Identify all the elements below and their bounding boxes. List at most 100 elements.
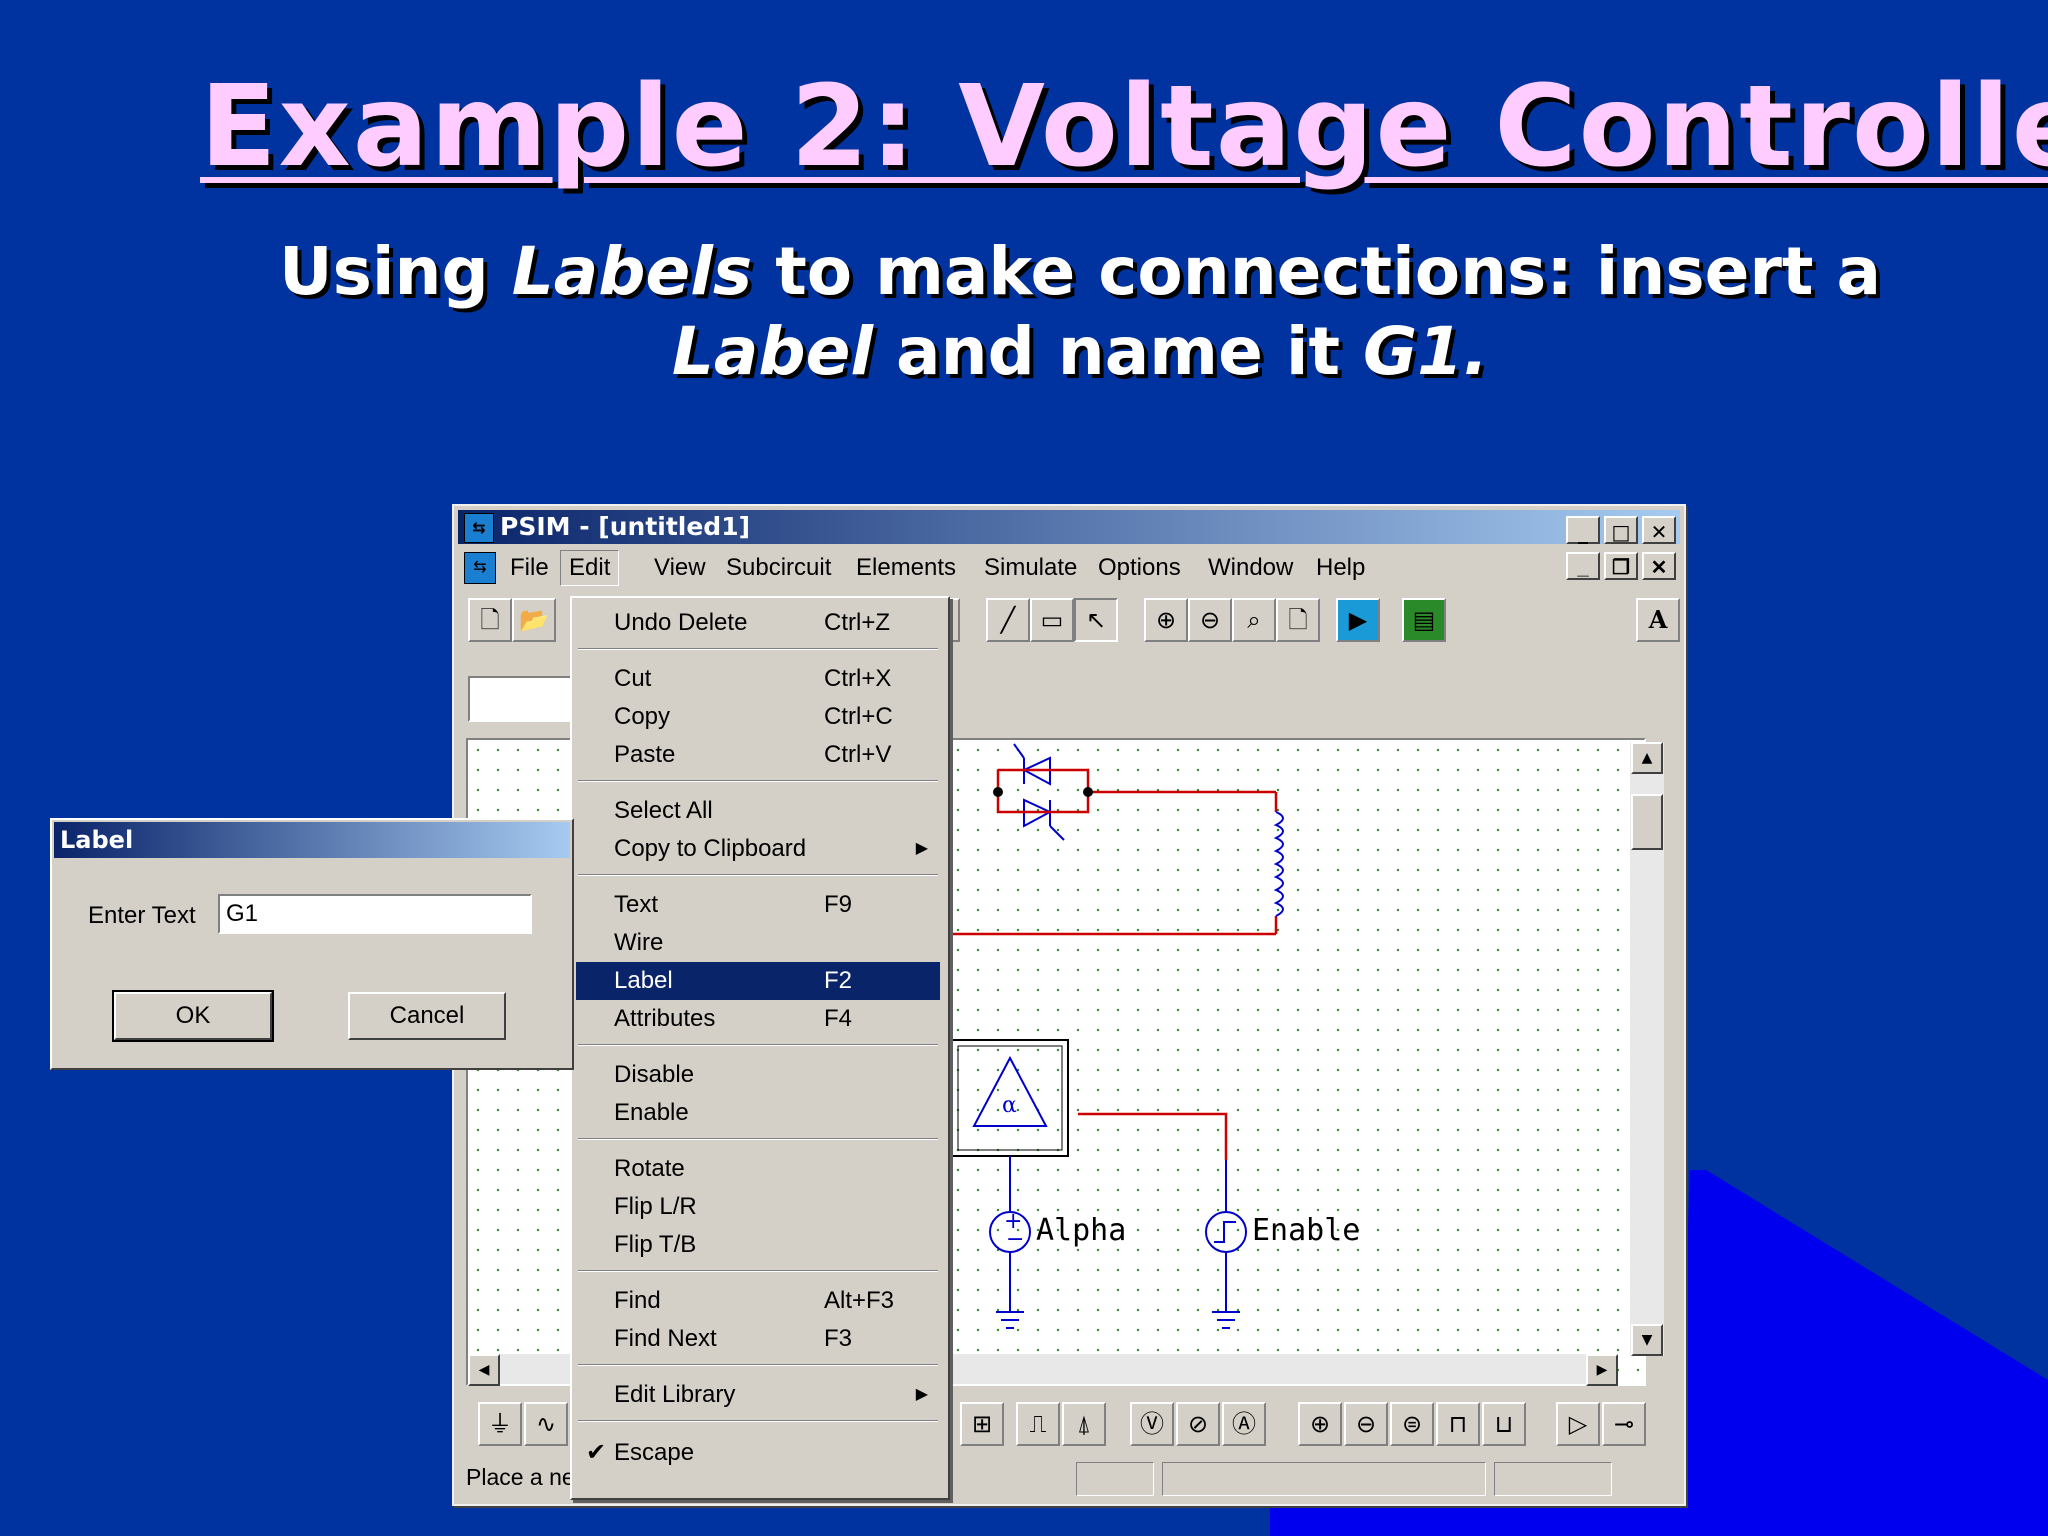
vertical-scrollbar[interactable]: ▲ ▼ <box>1630 742 1664 1356</box>
comparator-icon[interactable]: ▷ <box>1556 1402 1600 1446</box>
menu-item-label: Undo Delete <box>614 609 748 636</box>
square-source-icon[interactable]: ⊓ <box>1436 1402 1480 1446</box>
menu-item-disable[interactable]: Disable <box>576 1056 940 1094</box>
element-combo-box[interactable] <box>468 676 572 722</box>
menu-item-shortcut: F3 <box>824 1325 853 1352</box>
enter-text-label: Enter Text <box>88 902 196 929</box>
menu-item-shortcut: F2 <box>824 967 853 994</box>
ok-button[interactable]: OK <box>112 990 274 1042</box>
menu-item-text[interactable]: Text F9 <box>576 886 940 924</box>
document-icon[interactable]: ⇆ <box>464 552 496 584</box>
sine-source-icon[interactable]: ⊜ <box>1390 1402 1434 1446</box>
menu-item-paste[interactable]: Paste Ctrl+V <box>576 736 940 774</box>
menu-separator <box>578 1420 938 1422</box>
scroll-right-button[interactable]: ▶ <box>1586 1354 1618 1386</box>
menu-item-copy[interactable]: Copy Ctrl+C <box>576 698 940 736</box>
scroll-thumb[interactable] <box>1631 794 1663 850</box>
menu-edit[interactable]: Edit <box>560 550 620 586</box>
scroll-down-button[interactable]: ▼ <box>1631 1324 1663 1356</box>
menu-item-undo-delete[interactable]: Undo Delete Ctrl+Z <box>576 604 940 642</box>
dialog-title[interactable]: Label <box>54 822 570 858</box>
label-element-icon[interactable]: ⊸ <box>1602 1402 1646 1446</box>
menu-item-escape[interactable]: ✔ Escape <box>576 1434 940 1472</box>
menu-item-rotate[interactable]: Rotate <box>576 1150 940 1188</box>
mdi-minimize-button[interactable]: _ <box>1566 552 1600 580</box>
menu-elements[interactable]: Elements <box>856 554 956 582</box>
alpha-controller-block: α <box>951 1039 1069 1157</box>
cancel-button[interactable]: Cancel <box>348 992 506 1040</box>
menu-window[interactable]: Window <box>1208 554 1293 582</box>
menu-item-attributes[interactable]: Attributes F4 <box>576 1000 940 1038</box>
maximize-button[interactable]: □ <box>1604 516 1638 544</box>
menu-item-label: Rotate <box>614 1155 685 1182</box>
menu-item-find[interactable]: Find Alt+F3 <box>576 1282 940 1320</box>
ground-icon[interactable]: ⏚ <box>478 1402 522 1446</box>
menu-separator <box>578 1364 938 1366</box>
zoom-in-icon[interactable]: ⊕ <box>1144 598 1188 642</box>
slide-title: Example 2: Voltage Controller <box>200 62 2048 192</box>
caption-buttons: _ □ ✕ <box>1562 514 1676 548</box>
checkmark-icon: ✔ <box>586 1439 607 1466</box>
menu-item-enable[interactable]: Enable <box>576 1094 940 1132</box>
menu-item-label: Find <box>614 1287 661 1314</box>
subtitle-text: to make connections: insert a <box>752 233 1881 310</box>
zoom-fit-icon[interactable]: ⌕ <box>1232 598 1276 642</box>
menu-item-label: Label <box>614 967 673 994</box>
step-source-icon[interactable]: ⊔ <box>1482 1402 1526 1446</box>
minimize-button[interactable]: _ <box>1566 516 1600 544</box>
menu-item-select-all[interactable]: Select All <box>576 792 940 830</box>
open-folder-icon[interactable]: 📂 <box>512 598 556 642</box>
pwm-icon[interactable]: ⎍ <box>1016 1402 1060 1446</box>
mdi-restore-button[interactable]: ❐ <box>1604 552 1638 580</box>
switch-block-icon[interactable]: ⊞ <box>960 1402 1004 1446</box>
label-text-input[interactable]: G1 <box>218 894 532 934</box>
simview-icon[interactable]: ▤ <box>1402 598 1446 642</box>
submenu-arrow-icon: ▶ <box>915 840 928 857</box>
thyristor-pair <box>1013 743 1065 841</box>
close-button[interactable]: ✕ <box>1642 516 1676 544</box>
wire-tool-icon[interactable]: ╱ <box>986 598 1030 642</box>
menu-item-find-next[interactable]: Find Next F3 <box>576 1320 940 1358</box>
ac-source-icon[interactable]: ⊖ <box>1344 1402 1388 1446</box>
menu-item-copy-to-clipboard[interactable]: Copy to Clipboard ▶ <box>576 830 940 868</box>
mdi-close-button[interactable]: ✕ <box>1642 552 1676 580</box>
mdi-caption-buttons: _ ❐ ✕ <box>1562 552 1676 581</box>
menu-item-wire[interactable]: Wire <box>576 924 940 962</box>
dc-source-icon[interactable]: ⊕ <box>1298 1402 1342 1446</box>
run-simulation-icon[interactable]: ▶ <box>1336 598 1380 642</box>
ammeter-icon[interactable]: Ⓐ <box>1222 1402 1266 1446</box>
select-pointer-icon[interactable]: ↖ <box>1074 598 1118 642</box>
new-file-icon[interactable]: 🗋 <box>468 598 512 642</box>
subtitle-text: Using <box>278 233 512 310</box>
menu-item-label: Disable <box>614 1061 695 1088</box>
menu-item-cut[interactable]: Cut Ctrl+X <box>576 660 940 698</box>
scroll-up-button[interactable]: ▲ <box>1631 742 1663 774</box>
resistor-icon[interactable]: ∿ <box>524 1402 568 1446</box>
probe-icon[interactable]: ⍋ <box>1062 1402 1106 1446</box>
zoom-out-icon[interactable]: ⊖ <box>1188 598 1232 642</box>
voltmeter-icon[interactable]: Ⓥ <box>1130 1402 1174 1446</box>
window-title: PSIM - [untitled1] <box>500 512 751 541</box>
menu-item-edit-library[interactable]: Edit Library ▶ <box>576 1376 940 1414</box>
page-icon[interactable]: 🗋 <box>1276 598 1320 642</box>
menu-item-label: Paste <box>614 741 676 768</box>
menu-item-shortcut: F9 <box>824 891 853 918</box>
menu-subcircuit[interactable]: Subcircuit <box>726 554 831 582</box>
menu-item-label: Escape <box>614 1439 695 1466</box>
menu-simulate[interactable]: Simulate <box>984 554 1077 582</box>
menu-item-flip-tb[interactable]: Flip T/B <box>576 1226 940 1264</box>
text-tool-icon[interactable]: A <box>1636 598 1680 642</box>
menu-help[interactable]: Help <box>1316 554 1365 582</box>
menu-item-flip-lr[interactable]: Flip L/R <box>576 1188 940 1226</box>
menu-item-label-highlighted[interactable]: Label F2 <box>576 962 940 1000</box>
submenu-arrow-icon: ▶ <box>915 1386 928 1403</box>
menu-view[interactable]: View <box>654 554 706 582</box>
menu-options[interactable]: Options <box>1098 554 1181 582</box>
label-tool-icon[interactable]: ▭ <box>1030 598 1074 642</box>
voltage-probe-icon[interactable]: ⊘ <box>1176 1402 1220 1446</box>
menu-separator <box>578 874 938 876</box>
scroll-left-button[interactable]: ◀ <box>468 1354 500 1386</box>
window-titlebar[interactable]: ⇆ PSIM - [untitled1] _ □ ✕ <box>458 510 1680 544</box>
menu-file[interactable]: File <box>510 554 549 582</box>
status-cell <box>1494 1462 1612 1496</box>
